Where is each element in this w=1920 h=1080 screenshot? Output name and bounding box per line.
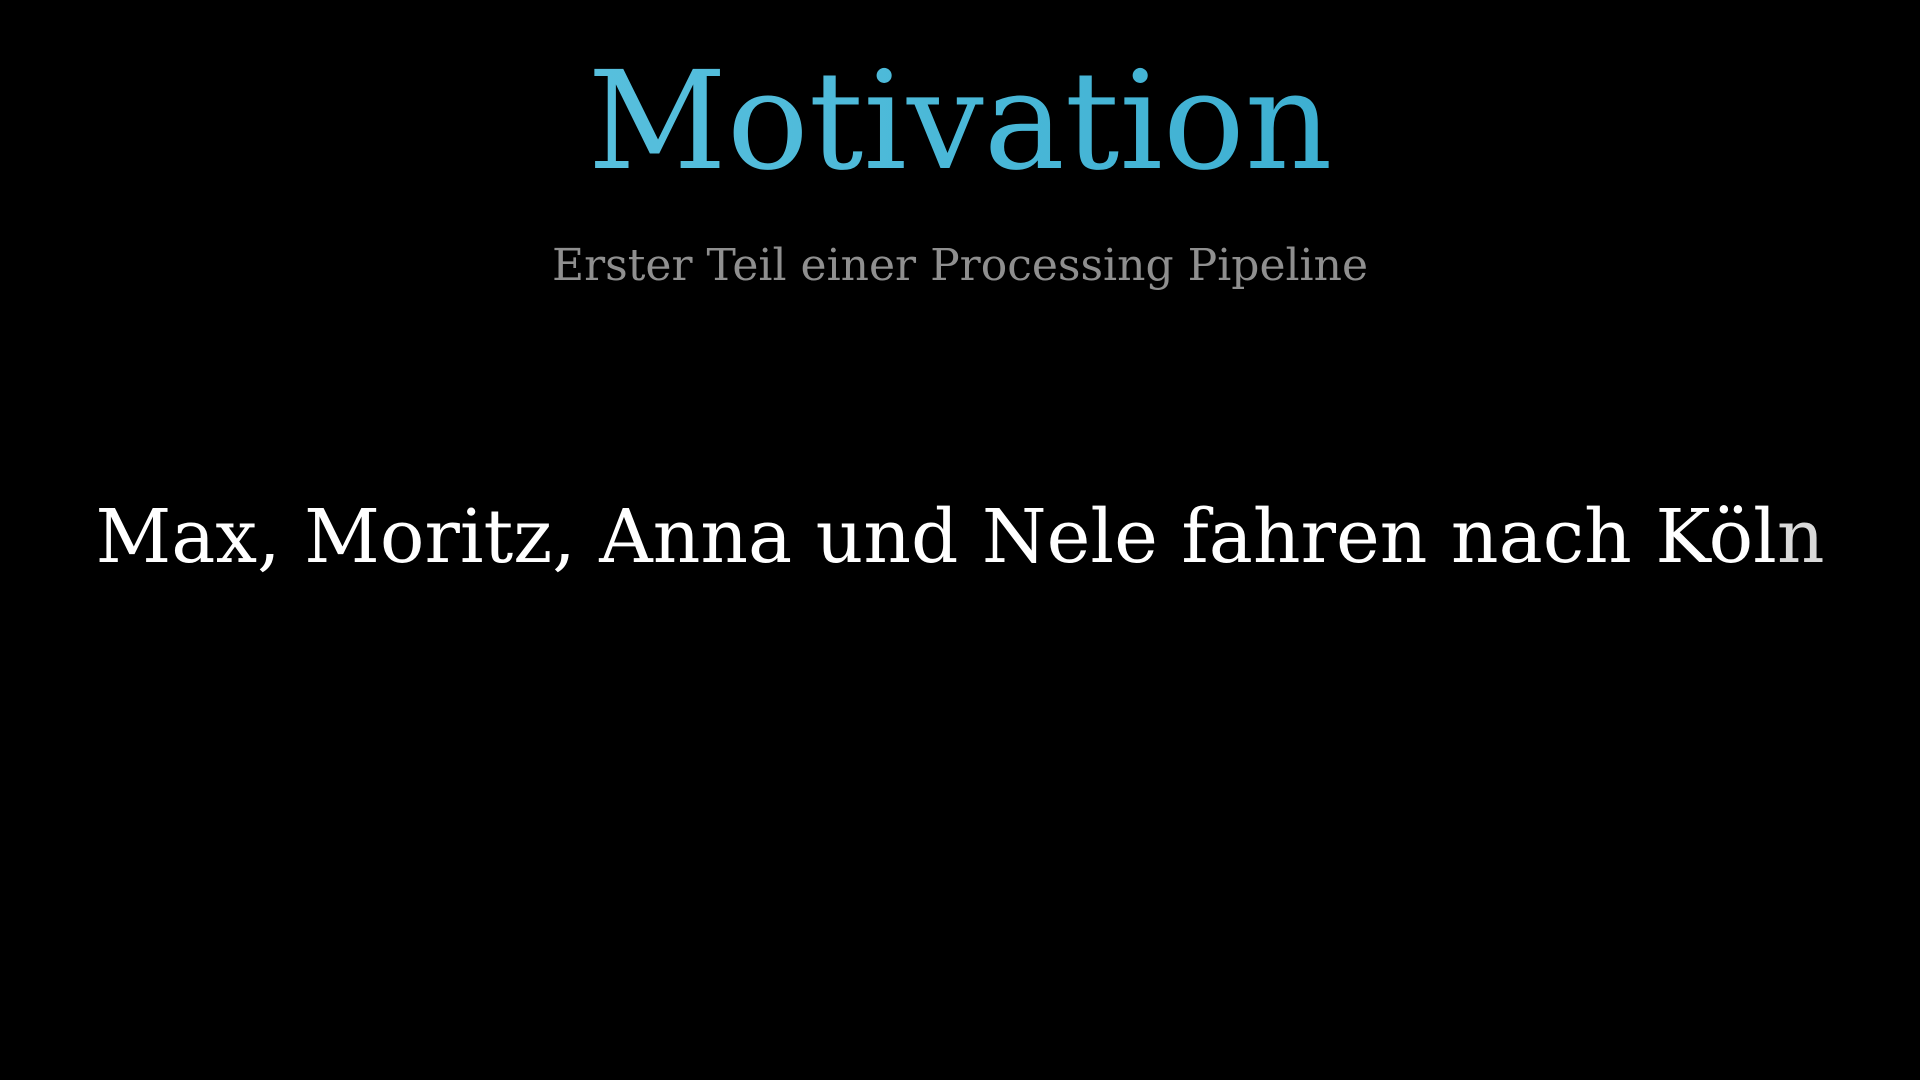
example-sentence: Max, Moritz, Anna und Nele fahren nach K… — [0, 492, 1920, 582]
slide-title: Motivation — [0, 42, 1920, 202]
presentation-slide: Motivation Erster Teil einer Processing … — [0, 0, 1920, 1080]
example-sentence-text: Max, Moritz, Anna und Nele fahren nach K… — [95, 494, 1777, 580]
example-sentence-last-letter: n — [1776, 494, 1825, 580]
slide-subtitle: Erster Teil einer Processing Pipeline — [551, 240, 1369, 291]
